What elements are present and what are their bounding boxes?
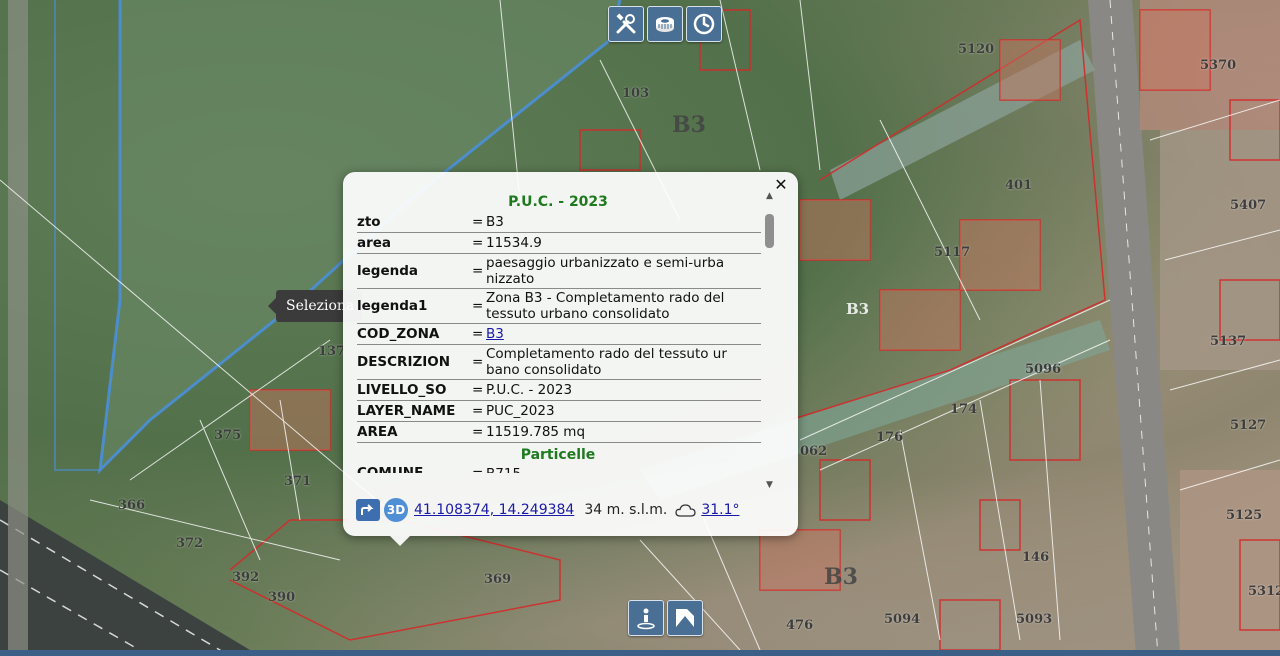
- scroll-up-arrow-icon[interactable]: ▲: [763, 190, 776, 203]
- parcel-label: 5407: [1230, 198, 1267, 213]
- top-toolbar: [608, 6, 722, 42]
- attribute-value: 11519.785 mq: [486, 424, 586, 440]
- attribute-row: LAYER_NAME = PUC_2023: [357, 401, 761, 422]
- parcel-label: 5137: [1210, 334, 1247, 349]
- cloud-icon: [675, 504, 696, 517]
- parcel-label: 176: [876, 430, 904, 445]
- temperature-link[interactable]: 31.1°: [701, 502, 739, 518]
- parcel-label: 366: [118, 498, 146, 513]
- cod-zona-link[interactable]: B3: [486, 326, 504, 342]
- attribute-row: DESCRIZION = Completamento rado del tessu…: [357, 345, 761, 380]
- share-button[interactable]: [356, 499, 380, 521]
- parcel-label: 5093: [1016, 612, 1053, 627]
- attribute-row-partial: COMUNE= B715: [357, 465, 761, 473]
- tools-button[interactable]: [608, 6, 644, 42]
- attribute-row: AREA = 11519.785 mq: [357, 422, 761, 443]
- measure-button[interactable]: [647, 6, 683, 42]
- parcel-label: 390: [268, 590, 296, 605]
- parcel-label: 103: [622, 86, 650, 101]
- street-view-button[interactable]: [628, 600, 664, 636]
- coordinates-link[interactable]: 41.108374, 14.249384: [414, 502, 574, 518]
- attribute-value: B715: [486, 465, 761, 473]
- map-layers-button[interactable]: [667, 600, 703, 636]
- popup-scrollbar[interactable]: ▲ ▼: [763, 190, 776, 492]
- attribute-row: LIVELLO_SO = P.U.C. - 2023: [357, 380, 761, 401]
- parcel-label: 392: [232, 570, 260, 585]
- history-button[interactable]: [686, 6, 722, 42]
- attribute-key: zto: [357, 214, 381, 230]
- parcel-label: 476: [786, 618, 814, 633]
- parcel-label: 372: [176, 536, 204, 551]
- attribute-value: paesaggio urbanizzato e semi-urba nizzat…: [486, 255, 725, 287]
- attribute-value: PUC_2023: [486, 403, 555, 419]
- attribute-key: COMUNE: [357, 465, 424, 473]
- parcel-label: 5312: [1248, 584, 1280, 599]
- feature-info-popup: ✕ P.U.C. - 2023 zto = B3 area = 11534.9 le…: [343, 172, 798, 546]
- street-view-pegman-icon: [637, 608, 655, 630]
- parcel-label: 5120: [958, 42, 995, 57]
- parcel-label: 369: [484, 572, 512, 587]
- parcel-label: 062: [800, 444, 828, 459]
- attribute-value: 11534.9: [486, 235, 542, 251]
- altitude-text: 34 m. s.l.m.: [584, 502, 668, 518]
- parcel-label: 137: [318, 344, 346, 359]
- status-bar: [0, 650, 1280, 656]
- popup-footer: 3D 41.108374, 14.249384 34 m. s.l.m. 31.…: [356, 498, 739, 522]
- zone-label: B3: [846, 300, 870, 318]
- attribute-key: legenda1: [357, 298, 428, 314]
- bottom-toolbar: [628, 600, 703, 636]
- attribute-row: legenda = paesaggio urbanizzato e semi-ur…: [357, 254, 761, 289]
- attribute-key: LIVELLO_SO: [357, 382, 447, 398]
- section-title-particelle: Particelle: [520, 447, 596, 463]
- view-3d-button[interactable]: 3D: [384, 498, 408, 522]
- parcel-label: 5117: [934, 245, 971, 260]
- scroll-down-arrow-icon[interactable]: ▼: [763, 479, 776, 492]
- parcel-label: 401: [1005, 178, 1033, 193]
- parcel-label: 375: [214, 428, 242, 443]
- zone-label: B3: [824, 564, 858, 590]
- attribute-row: zto = B3: [357, 212, 761, 233]
- parcel-label: 5096: [1025, 362, 1062, 377]
- tools-icon: [616, 13, 636, 34]
- attribute-key: AREA: [357, 424, 398, 440]
- attribute-key: LAYER_NAME: [357, 403, 456, 419]
- attribute-value: Zona B3 - Completamento rado del tessuto…: [486, 290, 725, 322]
- share-arrow-icon: [361, 504, 374, 515]
- popup-title: P.U.C. - 2023: [508, 194, 608, 210]
- map-layers-icon: [676, 609, 694, 627]
- measure-tape-icon: [656, 17, 674, 32]
- popup-content[interactable]: P.U.C. - 2023 zto = B3 area = 11534.9 lege…: [355, 190, 761, 490]
- attribute-key: area: [357, 235, 392, 251]
- attribute-value: B3: [486, 214, 504, 230]
- parcel-label: 5094: [884, 612, 921, 627]
- parcel-label: 5370: [1200, 58, 1237, 73]
- parcel-label: 5127: [1230, 418, 1267, 433]
- parcel-label: 174: [950, 402, 978, 417]
- attribute-key: legenda: [357, 263, 418, 279]
- scrollbar-thumb[interactable]: [765, 214, 774, 248]
- zone-label: B3: [672, 112, 706, 138]
- attribute-key: DESCRIZION: [357, 354, 451, 370]
- attribute-row: legenda1 = Zona B3 - Completamento rado d…: [357, 289, 761, 324]
- parcel-label: 371: [284, 474, 312, 489]
- clock-icon: [693, 13, 715, 35]
- attribute-value: Completamento rado del tessuto ur bano c…: [486, 346, 727, 378]
- attribute-key: COD_ZONA: [357, 326, 440, 342]
- attribute-row: area = 11534.9: [357, 233, 761, 254]
- parcel-label: 146: [1022, 550, 1050, 565]
- attribute-value: P.U.C. - 2023: [486, 382, 573, 398]
- attribute-row: COD_ZONA = B3: [357, 324, 761, 345]
- parcel-label: 5125: [1226, 508, 1263, 523]
